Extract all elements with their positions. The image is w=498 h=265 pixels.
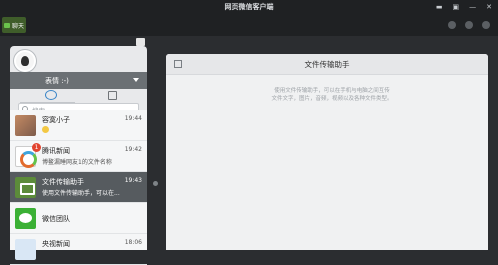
folder-icon[interactable] xyxy=(465,21,473,29)
title-bar: 网页微信客户端 ▬ ▣ — ✕ xyxy=(0,0,498,15)
pin-icon[interactable] xyxy=(136,38,145,46)
menu-icon[interactable]: ▬ xyxy=(436,3,443,11)
conversation-preview: 使用文件传输助手，可以在... xyxy=(42,190,120,197)
list-item[interactable]: 1 腾讯新闻 博鳌漏睡网友1的文件名称 19:42 xyxy=(10,141,147,172)
list-item[interactable]: 容寞小子 19:44 xyxy=(10,110,147,141)
conversation-name: 容寞小子 xyxy=(42,116,70,124)
contact-avatar xyxy=(15,177,36,198)
contacts-tab-icon[interactable] xyxy=(108,91,117,100)
smile-icon xyxy=(42,126,49,133)
panel-splitter[interactable] xyxy=(153,181,158,186)
user-avatar[interactable] xyxy=(14,50,36,72)
toolbar: 聊天 xyxy=(0,15,498,36)
add-icon[interactable] xyxy=(448,21,456,29)
tab-chat[interactable]: 聊天 xyxy=(2,17,26,33)
feedback-icon[interactable]: ▣ xyxy=(453,3,460,11)
conversation-name: 文件传输助手 xyxy=(42,178,84,186)
sidebar-tabs xyxy=(10,89,147,103)
profile-panel: 表情 :-) 搜索 xyxy=(10,46,147,115)
sidebar: 表情 :-) 搜索 容寞小子 19:44 1 腾讯新闻 博鳌漏睡网友1的文件名称… xyxy=(10,36,147,265)
chats-tab-icon[interactable] xyxy=(45,90,57,100)
emoji-preview xyxy=(42,126,49,135)
conversation-name: 央视新闻 xyxy=(42,240,70,248)
chat-bubble-icon xyxy=(3,22,10,28)
system-notice: 使用文件传输助手，可以在手机与电脑之间互传 文件文字，图片，音频，视频以及各种文… xyxy=(252,87,412,111)
notice-line-1: 使用文件传输助手，可以在手机与电脑之间互传 xyxy=(274,88,390,94)
status-text: 表情 :-) xyxy=(45,77,69,85)
conversation-time: 19:44 xyxy=(124,115,142,122)
contact-avatar xyxy=(15,208,36,229)
list-item[interactable]: 文件传输助手 使用文件传输助手，可以在... 19:43 xyxy=(10,172,147,203)
conversation-preview: 博鳌漏睡网友1的文件名称 xyxy=(42,159,112,166)
chevron-down-icon xyxy=(133,78,139,82)
close-icon[interactable]: ✕ xyxy=(486,3,492,11)
list-item[interactable]: 微信团队 xyxy=(10,203,147,234)
tab-chat-label: 聊天 xyxy=(11,22,24,30)
chat-title: 文件传输助手 xyxy=(304,60,350,69)
minimize-icon[interactable]: — xyxy=(469,3,476,11)
contact-avatar xyxy=(15,115,36,136)
chat-panel: 文件传输助手 使用文件传输助手，可以在手机与电脑之间互传 文件文字，图片，音频，… xyxy=(166,54,488,250)
window-title: 网页微信客户端 xyxy=(224,3,274,11)
unread-badge: 1 xyxy=(32,143,41,152)
chat-header: 文件传输助手 xyxy=(166,54,488,75)
conversation-time: 18:06 xyxy=(124,239,142,246)
notice-line-2: 文件文字，图片，音频，视频以及各种文件类型。 xyxy=(271,96,393,102)
conversation-time: 19:43 xyxy=(124,177,142,184)
conversation-list: 容寞小子 19:44 1 腾讯新闻 博鳌漏睡网友1的文件名称 19:42 文件传… xyxy=(10,110,147,265)
conversation-time: 19:42 xyxy=(124,146,142,153)
status-selector[interactable]: 表情 :-) xyxy=(10,72,147,89)
conversation-name: 腾讯新闻 xyxy=(42,147,70,155)
settings-icon[interactable] xyxy=(482,21,490,29)
conversation-name: 微信团队 xyxy=(42,215,70,223)
